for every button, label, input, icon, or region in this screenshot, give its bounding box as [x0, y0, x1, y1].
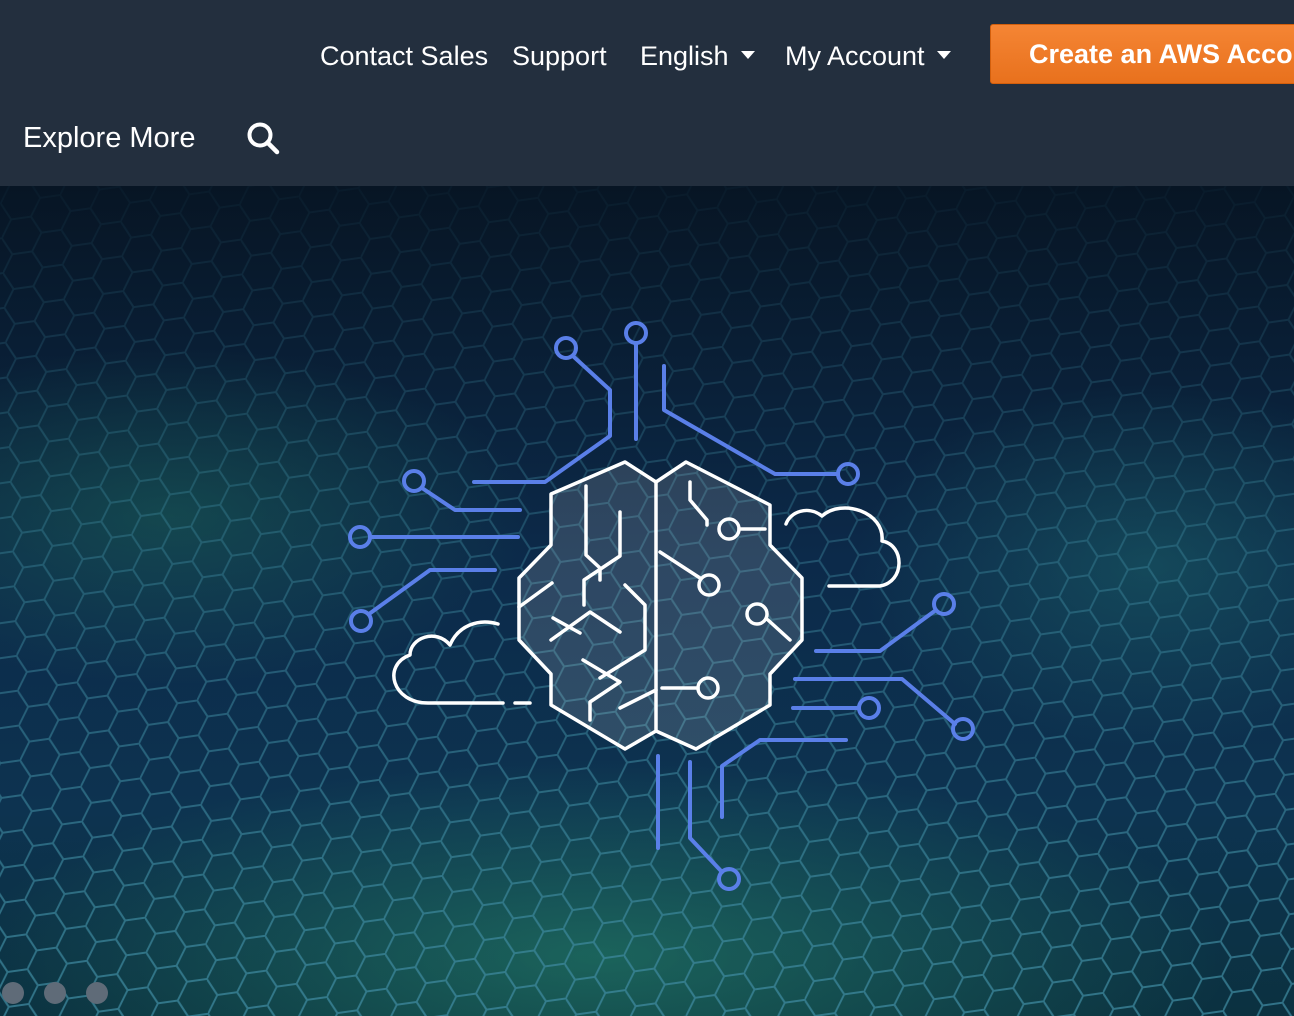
my-account-label: My Account [785, 41, 925, 71]
carousel-dot-1[interactable] [2, 982, 24, 1004]
support-link[interactable]: Support [512, 36, 607, 76]
top-navigation-bar: Contact Sales Support English My Account… [0, 0, 1294, 186]
my-account-dropdown[interactable]: My Account [785, 36, 951, 76]
search-icon[interactable] [245, 120, 281, 156]
language-dropdown[interactable]: English [640, 36, 755, 76]
chevron-down-icon [740, 50, 755, 59]
explore-more-link[interactable]: Explore More [23, 118, 195, 158]
carousel-dot-3[interactable] [86, 982, 108, 1004]
chevron-down-icon [936, 50, 951, 59]
ai-brain-circuit-icon [348, 321, 975, 891]
contact-sales-link[interactable]: Contact Sales [320, 36, 488, 76]
language-label: English [640, 41, 729, 71]
create-account-button[interactable]: Create an AWS Account [990, 24, 1294, 84]
carousel-dot-2[interactable] [44, 982, 66, 1004]
hero-banner [0, 186, 1294, 1016]
